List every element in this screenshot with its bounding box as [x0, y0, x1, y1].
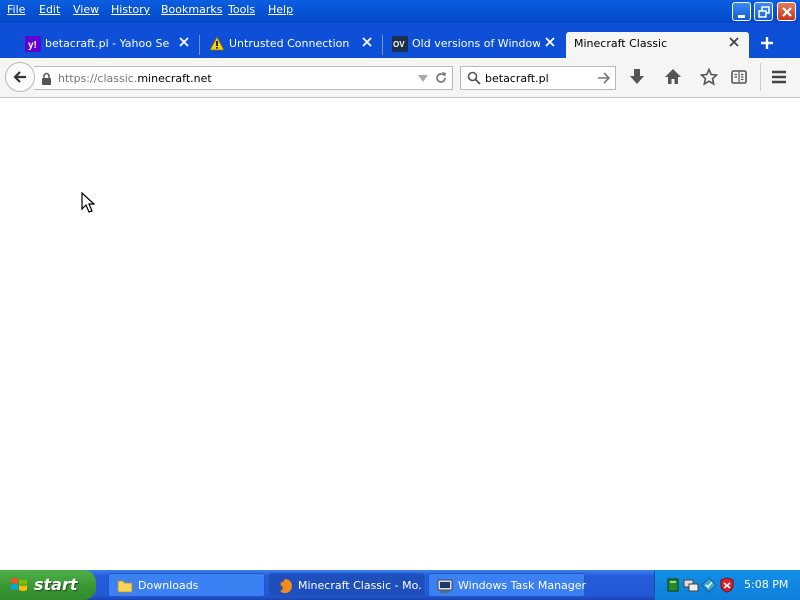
tab-untrusted[interactable]: Untrusted Connection — [200, 32, 382, 58]
taskbar-item-label: Downloads — [138, 579, 199, 592]
navigation-toolbar: https://classic.minecraft.net betacraft.… — [0, 58, 800, 98]
tab-title: betacraft.pl - Yahoo Se... — [45, 37, 170, 50]
menu-history-label: History — [111, 3, 151, 16]
toolbar-separator — [760, 63, 761, 91]
download-icon[interactable] — [628, 68, 646, 86]
menu-bar: File Edit View History Bookmarks Tools H… — [0, 0, 800, 23]
url-prefix: https://classic. — [58, 72, 138, 85]
minimize-button[interactable] — [732, 2, 751, 21]
update-tray-icon[interactable] — [701, 577, 717, 593]
close-icon — [782, 7, 792, 17]
menu-file[interactable]: File — [7, 3, 25, 16]
close-tab-icon[interactable] — [179, 37, 189, 47]
tab-minecraft-classic[interactable]: Minecraft Classic — [566, 32, 749, 58]
green-app-tray-icon[interactable] — [665, 577, 681, 593]
network-tray-icon[interactable] — [683, 577, 699, 593]
restore-icon — [758, 6, 770, 18]
mouse-cursor-icon — [81, 192, 95, 213]
warning-icon — [209, 36, 225, 51]
url-text: https://classic.minecraft.net — [58, 72, 212, 85]
close-tab-icon[interactable] — [545, 37, 555, 47]
tab-title: Minecraft Classic — [574, 37, 668, 50]
menu-file-label: File — [7, 3, 26, 16]
tab-strip: y! betacraft.pl - Yahoo Se... Untrusted … — [0, 23, 800, 58]
security-shield-icon[interactable] — [719, 577, 735, 593]
url-domain: minecraft.net — [137, 72, 212, 85]
taskbar-item-task-manager[interactable]: Windows Task Manager — [428, 573, 587, 597]
svg-text:y!: y! — [28, 40, 37, 51]
clock[interactable]: 5:08 PM — [744, 578, 788, 591]
task-manager-icon — [437, 579, 453, 593]
start-label: start — [34, 575, 78, 594]
lock-icon — [42, 72, 51, 85]
new-tab-icon[interactable] — [758, 34, 776, 52]
back-arrow-icon — [13, 71, 26, 83]
menu-edit[interactable]: Edit — [39, 3, 60, 16]
bookmark-star-icon[interactable] — [700, 68, 718, 86]
close-tab-icon[interactable] — [729, 37, 739, 47]
tab-title: Old versions of Window... — [412, 37, 540, 50]
search-input[interactable]: betacraft.pl — [485, 72, 549, 85]
home-icon[interactable] — [664, 68, 682, 86]
search-go-arrow-icon[interactable] — [597, 72, 611, 84]
menu-bookmarks-label: Bookmarks — [161, 3, 223, 16]
firefox-icon — [278, 579, 293, 594]
windows-logo-icon — [11, 578, 27, 591]
menu-view[interactable]: View — [73, 3, 99, 16]
menu-tools-label: Tools — [228, 3, 256, 16]
menu-edit-label: Edit — [39, 3, 61, 16]
menu-tools[interactable]: Tools — [228, 3, 255, 16]
back-button[interactable] — [5, 62, 35, 92]
svg-text:OV: OV — [393, 40, 405, 49]
tab-yahoo[interactable]: y! betacraft.pl - Yahoo Se... — [16, 32, 199, 58]
menu-history[interactable]: History — [111, 3, 150, 16]
tab-title: Untrusted Connection — [229, 37, 350, 50]
restore-button[interactable] — [754, 2, 773, 21]
folder-icon — [117, 580, 133, 593]
reload-icon[interactable] — [434, 71, 448, 85]
minimize-icon — [738, 15, 745, 18]
taskbar-item-firefox[interactable]: Minecraft Classic - Mo... — [268, 573, 425, 597]
taskbar-item-label: Minecraft Classic - Mo... — [298, 579, 421, 592]
taskbar-item-label: Windows Task Manager — [458, 579, 587, 592]
hamburger-menu-icon[interactable] — [770, 68, 788, 86]
close-tab-icon[interactable] — [362, 37, 372, 47]
oldversion-icon: OV — [392, 36, 408, 52]
close-button[interactable] — [777, 2, 796, 21]
taskbar: start Downloads Minecraft Classic - Mo..… — [0, 570, 800, 600]
menu-view-label: View — [73, 3, 100, 16]
url-bar[interactable]: https://classic.minecraft.net — [34, 66, 453, 90]
menu-bookmarks[interactable]: Bookmarks — [161, 3, 222, 16]
menu-help[interactable]: Help — [268, 3, 293, 16]
reading-list-icon[interactable] — [730, 68, 748, 86]
dropdown-arrow-icon[interactable] — [418, 75, 428, 83]
start-button[interactable]: start — [0, 570, 96, 600]
search-bar[interactable]: betacraft.pl — [460, 66, 616, 90]
yahoo-icon: y! — [25, 36, 41, 52]
page-content[interactable] — [0, 98, 800, 570]
system-tray: 5:08 PM — [654, 570, 800, 600]
search-icon — [467, 71, 481, 85]
taskbar-item-downloads[interactable]: Downloads — [108, 573, 265, 597]
tab-oldversion[interactable]: OV Old versions of Window... — [383, 32, 565, 58]
menu-help-label: Help — [268, 3, 294, 16]
